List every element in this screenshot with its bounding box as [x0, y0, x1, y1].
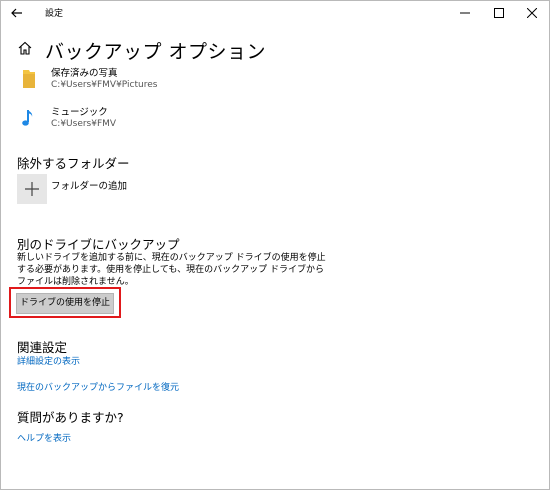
- exclude-heading: 除外するフォルダー: [17, 156, 130, 171]
- minimize-button[interactable]: [448, 1, 482, 25]
- folder-icon: [23, 70, 35, 88]
- folder-name: 保存済みの写真: [51, 68, 118, 79]
- music-note-icon: [22, 110, 33, 126]
- add-box: [17, 174, 47, 204]
- minimize-icon: [460, 12, 470, 14]
- other-drive-description: 新しいドライブを追加する前に、現在のバックアップ ドライブの使用を停止する必要が…: [17, 253, 326, 287]
- backup-folder-pictures[interactable]: 保存済みの写真 C:¥Users¥FMV¥Pictures: [17, 65, 317, 93]
- other-drive-heading: 別のドライブにバックアップ: [17, 237, 180, 252]
- title-bar: 設定: [1, 1, 549, 25]
- add-folder-button[interactable]: フォルダーの追加: [17, 174, 147, 206]
- folder-path: C:¥Users¥FMV¥Pictures: [51, 80, 158, 90]
- settings-window: 設定 バックアップ オプション 保存済みの写真 C:¥Users¥FMV¥Pic…: [0, 0, 550, 490]
- restore-files-link[interactable]: 現在のバックアップからファイルを復元: [17, 380, 179, 393]
- close-icon: [527, 8, 537, 18]
- page-title: バックアップ オプション: [45, 41, 267, 63]
- advanced-settings-link[interactable]: 詳細設定の表示: [17, 354, 80, 367]
- back-arrow-icon: [11, 8, 22, 18]
- window-title: 設定: [45, 9, 64, 19]
- maximize-button[interactable]: [482, 1, 516, 25]
- plus-icon: [25, 182, 39, 196]
- home-icon[interactable]: [17, 40, 33, 56]
- folder-name: ミュージック: [51, 107, 108, 118]
- stop-using-drive-button[interactable]: ドライブの使用を停止: [16, 293, 114, 314]
- get-help-link[interactable]: ヘルプを表示: [17, 431, 71, 444]
- folder-path: C:¥Users¥FMV: [51, 119, 117, 129]
- maximize-icon: [494, 8, 504, 18]
- close-button[interactable]: [515, 1, 549, 25]
- question-heading: 質問がありますか?: [17, 410, 124, 425]
- add-folder-label: フォルダーの追加: [51, 181, 128, 192]
- back-button[interactable]: [7, 3, 27, 23]
- backup-folder-music[interactable]: ミュージック C:¥Users¥FMV: [17, 104, 317, 132]
